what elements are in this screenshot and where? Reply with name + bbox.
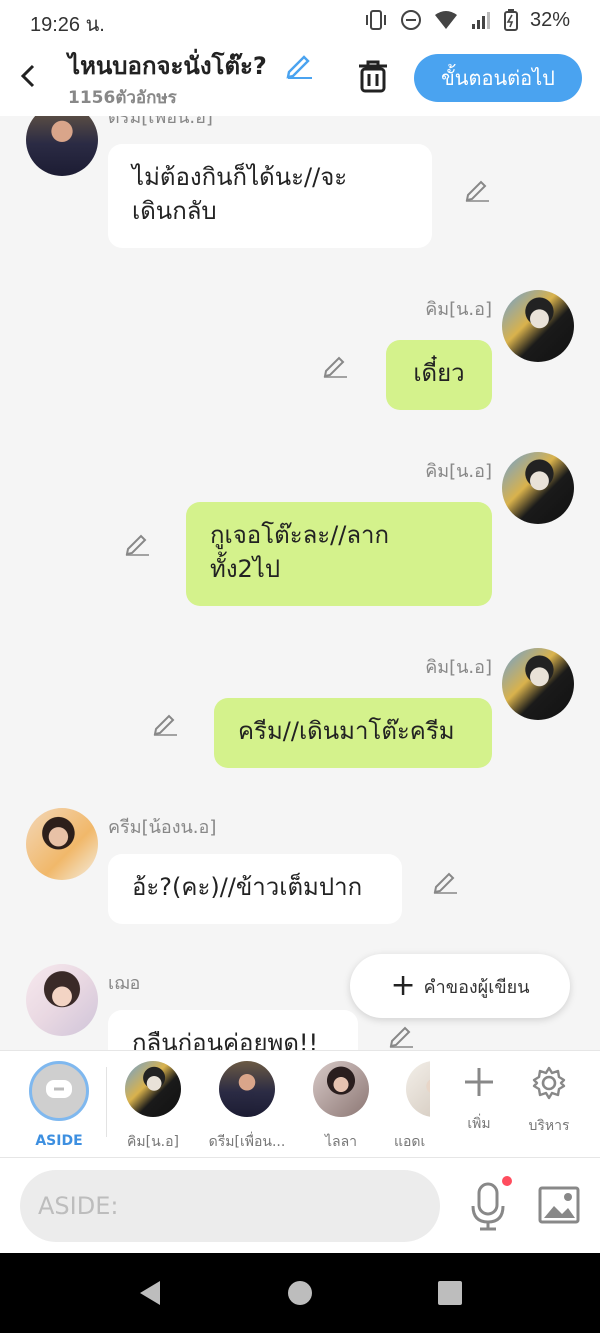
system-nav-bar: [0, 1253, 600, 1333]
avatar: [313, 1061, 369, 1117]
message-sender-name: ครีม[น้องน.อ]: [108, 817, 217, 838]
input-bar: [0, 1158, 600, 1253]
message-sender-name: คิม[น.อ]: [425, 299, 492, 320]
character-label: คิม[น.อ]: [127, 1134, 179, 1150]
status-time: 19:26 น.: [30, 14, 105, 36]
message-sender-name: คิม[น.อ]: [425, 657, 492, 678]
add-character-button[interactable]: เพิ่ม: [444, 1065, 514, 1135]
recents-square-icon: [438, 1281, 462, 1305]
character-label: ASIDE: [35, 1133, 83, 1149]
pencil-icon: [323, 356, 347, 378]
wifi-icon: [434, 11, 457, 29]
character-dream[interactable]: ดรีม[เพื่อน...: [202, 1061, 292, 1153]
pencil-icon: [153, 714, 177, 736]
message-text-line: กูเจอโต๊ะละ//ลาก: [210, 521, 390, 549]
aside-avatar: [29, 1061, 89, 1121]
character-kim[interactable]: คิม[น.อ]: [108, 1061, 198, 1153]
signal-icon: [471, 12, 490, 29]
header: ไหนบอกจะนั่งโต๊ะ? 1156ตัวอักษร ขั้นตอนต่…: [0, 40, 600, 116]
image-icon: [538, 1186, 580, 1224]
message-text: เดี๋ยว: [413, 359, 465, 387]
manage-characters-button[interactable]: บริหาร: [514, 1065, 584, 1137]
avatar[interactable]: [26, 116, 98, 176]
avatar: [406, 1061, 430, 1117]
do-not-disturb-icon: [400, 10, 421, 30]
message-text: ครีม//เดินมาโต๊ะครีม: [238, 717, 455, 745]
character-label: แอดเ: [394, 1134, 426, 1150]
character-bar: ASIDE คิม[น.อ] ดรีม[เพื่อน... ไลลา แอดเ …: [0, 1050, 600, 1158]
battery-icon: [503, 9, 518, 31]
notification-dot: [502, 1176, 512, 1186]
edit-title-button[interactable]: [284, 50, 314, 80]
next-step-button[interactable]: ขั้นตอนต่อไป: [414, 54, 582, 102]
character-laila[interactable]: ไลลา: [296, 1061, 386, 1153]
nav-home-button[interactable]: [286, 1279, 314, 1307]
status-bar: 19:26 น. 32%: [0, 0, 600, 40]
message-sender-name: ดรีม[เพื่อน.อ]: [108, 116, 213, 128]
message-bubble[interactable]: อ้ะ?(คะ)//ข้าวเต็มปาก: [108, 854, 402, 924]
gear-icon: [532, 1066, 566, 1100]
story-title: ไหนบอกจะนั่งโต๊ะ?: [68, 52, 267, 80]
message-input[interactable]: [20, 1170, 440, 1242]
message-text: อ้ะ?(คะ)//ข้าวเต็มปาก: [132, 873, 363, 901]
message-bubble[interactable]: กูเจอโต๊ะละ//ลาก ทั้ง2ไป: [186, 502, 492, 606]
message-sender-name: คิม[น.อ]: [425, 461, 492, 482]
character-count: 1156ตัวอักษร: [68, 88, 177, 108]
status-icons: 32%: [364, 6, 570, 34]
avatar[interactable]: [502, 290, 574, 362]
back-triangle-icon: [140, 1281, 160, 1305]
pencil-icon: [286, 55, 312, 79]
message-text: กลืนก่อนค่อยพูด!!: [132, 1029, 319, 1050]
image-button[interactable]: [538, 1186, 580, 1224]
message-text-line: เดินกลับ: [132, 197, 217, 225]
avatar[interactable]: [26, 964, 98, 1036]
author-note-button[interactable]: + คำของผู้เขียน: [350, 954, 570, 1018]
plus-icon: [465, 1068, 493, 1096]
edit-message-button[interactable]: [122, 528, 152, 558]
character-label: ดรีม[เพื่อน...: [208, 1134, 286, 1150]
back-arrow-icon: [20, 64, 35, 88]
avatar: [219, 1061, 275, 1117]
edit-message-button[interactable]: [150, 708, 180, 738]
avatar: [125, 1061, 181, 1117]
edit-message-button[interactable]: [462, 174, 492, 204]
avatar[interactable]: [502, 648, 574, 720]
character-admin[interactable]: แอดเ: [378, 1061, 430, 1153]
home-circle-icon: [288, 1281, 312, 1305]
vibrate-icon: [365, 10, 386, 30]
pencil-icon: [125, 534, 149, 556]
pencil-icon: [465, 180, 489, 202]
nav-back-button[interactable]: [136, 1279, 164, 1307]
avatar[interactable]: [26, 808, 98, 880]
manage-label: บริหาร: [528, 1118, 570, 1134]
divider: [106, 1067, 107, 1137]
pencil-icon: [389, 1026, 413, 1048]
add-label: เพิ่ม: [467, 1116, 491, 1132]
battery-percent: 32%: [529, 8, 570, 31]
back-button[interactable]: [14, 60, 42, 92]
message-bubble[interactable]: เดี๋ยว: [386, 340, 492, 410]
voice-input-button[interactable]: [468, 1180, 508, 1232]
avatar[interactable]: [502, 452, 574, 524]
edit-message-button[interactable]: [386, 1020, 416, 1050]
edit-message-button[interactable]: [320, 350, 350, 380]
message-bubble[interactable]: กลืนก่อนค่อยพูด!!: [108, 1010, 358, 1050]
message-sender-name: เฌอ: [108, 973, 141, 994]
message-bubble[interactable]: ครีม//เดินมาโต๊ะครีม: [214, 698, 492, 768]
plus-icon: +: [390, 968, 416, 1003]
edit-message-button[interactable]: [430, 866, 460, 896]
microphone-icon: [471, 1182, 505, 1231]
trash-icon: [359, 60, 387, 93]
delete-button[interactable]: [356, 58, 390, 94]
chat-area[interactable]: ดรีม[เพื่อน.อ] ไม่ต้องกินก็ได้นะ//จะ เดิ…: [0, 116, 600, 1050]
message-text-line: ไม่ต้องกินก็ได้นะ//จะ: [132, 163, 348, 191]
author-note-label: คำของผู้เขียน: [423, 976, 530, 998]
character-label: ไลลา: [324, 1134, 358, 1150]
message-text-line: ทั้ง2ไป: [210, 555, 281, 583]
pencil-icon: [433, 872, 457, 894]
nav-recents-button[interactable]: [436, 1279, 464, 1307]
character-aside[interactable]: ASIDE: [14, 1061, 104, 1149]
chat-bubble-icon: [46, 1080, 72, 1098]
message-bubble[interactable]: ไม่ต้องกินก็ได้นะ//จะ เดินกลับ: [108, 144, 432, 248]
